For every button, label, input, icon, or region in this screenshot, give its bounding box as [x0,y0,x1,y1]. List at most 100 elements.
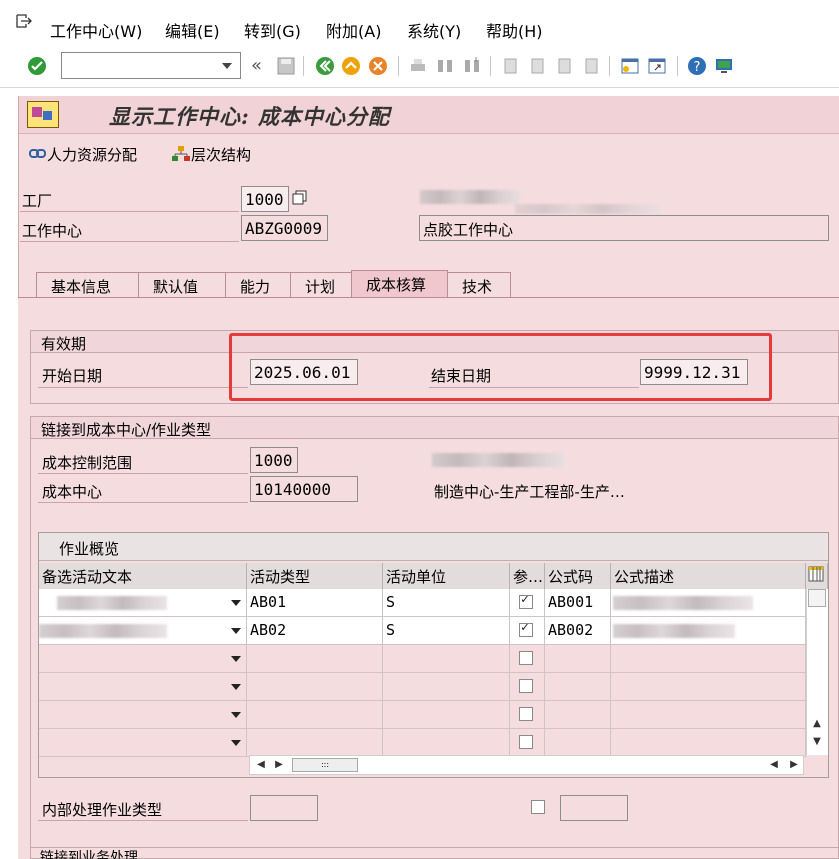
tab-capacities[interactable]: 能力 [225,272,291,298]
dropdown-arrow-icon[interactable] [231,656,241,662]
reference-cell[interactable] [510,673,545,701]
scroll-thumb[interactable]: ::: [292,758,358,772]
tab-default-values[interactable]: 默认值 [138,272,226,298]
exit-menu-icon[interactable] [16,14,32,28]
reference-checkbox[interactable] [519,592,533,609]
vertical-scrollbar[interactable]: ▲ ▼ [806,589,828,755]
activity-type-cell[interactable] [247,701,383,729]
help-icon[interactable]: ? [687,56,707,76]
hr-assignment-button[interactable]: 人力资源分配 [29,144,137,165]
customize-layout-icon[interactable] [714,56,734,76]
scroll-left-icon[interactable]: ▶ [270,756,288,774]
scroll-up-icon[interactable]: ▲ [808,715,826,733]
plant-field[interactable]: 1000 [241,186,289,212]
first-page-icon[interactable] [500,56,520,76]
tab-basic-data[interactable]: 基本信息 [36,272,139,298]
scroll-thumb[interactable] [808,589,826,607]
scroll-col-left-icon[interactable]: ◀ [765,756,783,774]
activity-unit-cell[interactable]: S [383,617,510,645]
activity-type-cell[interactable]: AB02 [247,617,383,645]
column-header-reference[interactable]: 参… [510,563,545,589]
reference-cell[interactable] [510,729,545,757]
shortcut-icon[interactable] [647,56,667,76]
dropdown-arrow-icon[interactable] [231,740,241,746]
command-field[interactable] [61,52,241,79]
command-dropdown-icon[interactable] [222,63,232,69]
alt-activity-text-cell[interactable] [39,645,247,673]
new-session-icon[interactable] [620,56,640,76]
formula-description-cell[interactable] [611,589,806,617]
enter-check-icon[interactable] [27,56,47,76]
alt-activity-text-cell[interactable] [39,673,247,701]
menu-extras[interactable]: 附加(A) [326,18,381,42]
internal-processing-checkbox[interactable] [531,800,545,814]
reference-cell[interactable] [510,645,545,673]
reference-checkbox[interactable] [519,620,533,637]
tab-scheduling[interactable]: 计划 [290,272,352,298]
menu-edit[interactable]: 编辑(E) [165,18,220,42]
copy-icon[interactable] [292,190,308,206]
formula-key-cell[interactable] [545,673,611,701]
tab-costing[interactable]: 成本核算 [351,270,448,298]
column-header-formula-key[interactable]: 公式码 [545,563,611,589]
work-center-field[interactable]: ABZG0009 [241,215,328,241]
activity-unit-cell[interactable] [383,645,510,673]
activity-type-cell[interactable] [247,673,383,701]
alt-activity-text-cell[interactable] [39,617,247,645]
print-icon[interactable] [408,56,428,76]
column-settings-button[interactable] [806,563,828,589]
horizontal-scrollbar[interactable]: ◀ ▶ ::: [249,755,804,775]
next-page-icon[interactable] [554,56,574,76]
formula-description-cell[interactable] [611,617,806,645]
formula-description-cell[interactable] [611,729,806,757]
activity-unit-cell[interactable] [383,729,510,757]
reference-checkbox[interactable] [519,679,533,693]
activity-type-cell[interactable] [247,645,383,673]
formula-key-cell[interactable] [545,701,611,729]
back-icon[interactable] [315,56,335,76]
column-header-activity-type[interactable]: 活动类型 [247,563,383,589]
column-header-activity-unit[interactable]: 活动单位 [383,563,510,589]
formula-key-cell[interactable]: AB001 [545,589,611,617]
dropdown-arrow-icon[interactable] [231,628,241,634]
find-next-icon[interactable] [462,56,482,76]
scroll-down-icon[interactable]: ▼ [808,733,826,751]
collapse-chevron-icon[interactable]: « [251,55,262,76]
formula-description-cell[interactable] [611,645,806,673]
alt-activity-text-cell[interactable] [39,589,247,617]
dropdown-arrow-icon[interactable] [231,600,241,606]
formula-description-cell[interactable] [611,701,806,729]
scroll-col-right-icon[interactable]: ▶ [785,756,803,774]
dropdown-arrow-icon[interactable] [231,712,241,718]
hierarchy-button[interactable]: 层次结构 [171,144,251,165]
reference-checkbox[interactable] [519,707,533,721]
reference-cell[interactable] [510,701,545,729]
cost-center-field[interactable]: 10140000 [250,476,358,502]
menu-goto[interactable]: 转到(G) [244,18,301,42]
controlling-area-field[interactable]: 1000 [250,447,298,473]
internal-activity-type-field[interactable] [250,795,318,821]
reference-cell[interactable] [510,617,545,645]
activity-type-cell[interactable]: AB01 [247,589,383,617]
reference-checkbox[interactable] [519,651,533,665]
scroll-first-icon[interactable]: ◀ [252,756,270,774]
activity-type-cell[interactable] [247,729,383,757]
activity-unit-cell[interactable]: S [383,589,510,617]
save-icon[interactable] [276,56,296,76]
internal-processing-field[interactable] [560,795,628,821]
formula-key-cell[interactable] [545,729,611,757]
alt-activity-text-cell[interactable] [39,729,247,757]
column-header-alt-activity-text[interactable]: 备选活动文本 [39,563,247,589]
menu-help[interactable]: 帮助(H) [486,18,543,42]
column-header-formula-description[interactable]: 公式描述 [611,563,806,589]
activity-unit-cell[interactable] [383,701,510,729]
exit-icon[interactable] [341,56,361,76]
formula-description-cell[interactable] [611,673,806,701]
tab-technical-data[interactable]: 技术 [447,272,511,298]
menu-system[interactable]: 系统(Y) [407,18,461,42]
last-page-icon[interactable] [581,56,601,76]
reference-checkbox[interactable] [519,735,533,749]
activity-unit-cell[interactable] [383,673,510,701]
dropdown-arrow-icon[interactable] [231,684,241,690]
find-icon[interactable] [435,56,455,76]
